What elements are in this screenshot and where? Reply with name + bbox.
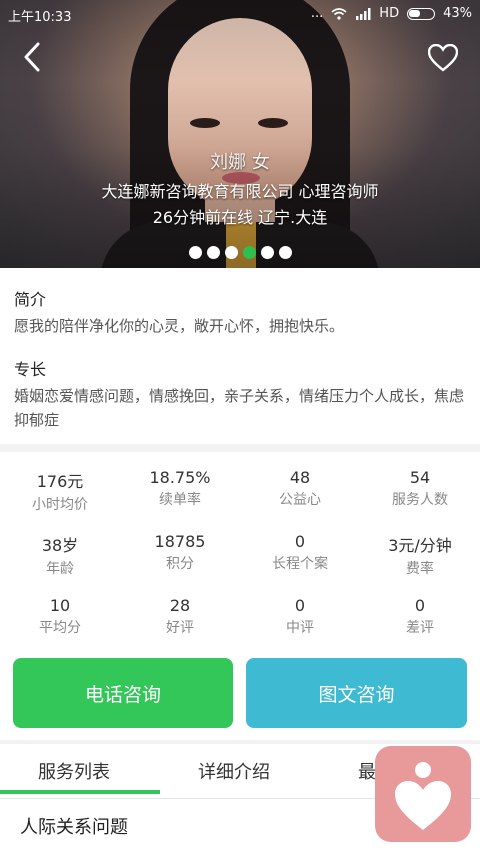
intro-text: 愿我的陪伴净化你的心灵，敞开心怀，拥抱快乐。	[14, 317, 345, 335]
stat-neutral-reviews: 0 中评	[286, 596, 314, 636]
stat-positive-reviews: 28 好评	[166, 596, 194, 636]
stat-renewal-rate: 18.75% 续单率	[149, 468, 211, 508]
consult-actions: 电话咨询 图文咨询	[0, 652, 480, 740]
status-time: 上午10:33	[8, 10, 72, 25]
counselor-company: 大连娜新咨询教育有限公司 心理咨询师	[101, 182, 379, 201]
tab-service-list[interactable]: 服务列表	[38, 758, 110, 784]
carousel-dot[interactable]	[206, 246, 220, 259]
back-arrow-icon[interactable]	[20, 40, 48, 74]
more-dots: ...	[310, 6, 324, 21]
specialty-title: 专长	[14, 360, 47, 379]
floating-heart-button[interactable]	[375, 746, 471, 842]
carousel-dot[interactable]	[260, 246, 274, 259]
stat-points: 18785 积分	[154, 532, 206, 572]
stat-clients-served: 54 服务人数	[392, 468, 448, 508]
text-consult-button[interactable]: 图文咨询	[246, 658, 467, 728]
stat-age: 38岁 年龄	[41, 536, 79, 577]
signal-icon	[356, 7, 371, 20]
heart-person-icon	[395, 762, 451, 830]
intro-title: 简介	[14, 290, 47, 309]
tab-latest[interactable]: 最	[358, 758, 376, 784]
carousel-dot[interactable]	[278, 246, 292, 259]
stat-rate: 3元/分钟 费率	[388, 536, 452, 577]
specialty-text: 婚姻恋爱情感问题，情感挽回，亲子关系，情绪压力个人成长，焦虑抑郁症	[14, 387, 465, 429]
phone-consult-button[interactable]: 电话咨询	[13, 658, 233, 728]
carousel-dot[interactable]	[224, 246, 238, 259]
online-status: 26分钟前在线 辽宁.大连	[152, 208, 328, 227]
wifi-icon	[331, 7, 347, 20]
carousel-dot[interactable]	[188, 246, 202, 259]
stat-hourly-price: 176元 小时均价	[32, 472, 88, 513]
favorite-heart-icon[interactable]	[428, 44, 458, 72]
intro-section: 简介 愿我的陪伴净化你的心灵，敞开心怀，拥抱快乐。 专长 婚姻恋爱情感问题，情感…	[0, 268, 480, 444]
status-bar: 上午10:33 ... HD 43%	[0, 0, 480, 28]
battery-icon	[407, 7, 436, 20]
carousel-dots[interactable]	[0, 246, 480, 259]
stat-charity: 48 公益心	[279, 468, 321, 508]
service-title: 人际关系问题	[20, 817, 128, 838]
network-type: HD	[379, 6, 400, 21]
battery-level: 43%	[443, 6, 472, 21]
active-tab-indicator	[0, 790, 160, 794]
tab-details[interactable]: 详细介绍	[198, 758, 270, 784]
stat-average-score: 10 平均分	[39, 596, 81, 636]
stats-grid: 176元 小时均价 18.75% 续单率 48 公益心 54 服务人数 38岁 …	[0, 452, 480, 652]
counselor-name: 刘娜 女	[210, 152, 270, 173]
stat-long-term-cases: 0 长程个案	[272, 532, 328, 572]
carousel-dot-active[interactable]	[242, 246, 256, 259]
stat-negative-reviews: 0 差评	[406, 596, 434, 636]
